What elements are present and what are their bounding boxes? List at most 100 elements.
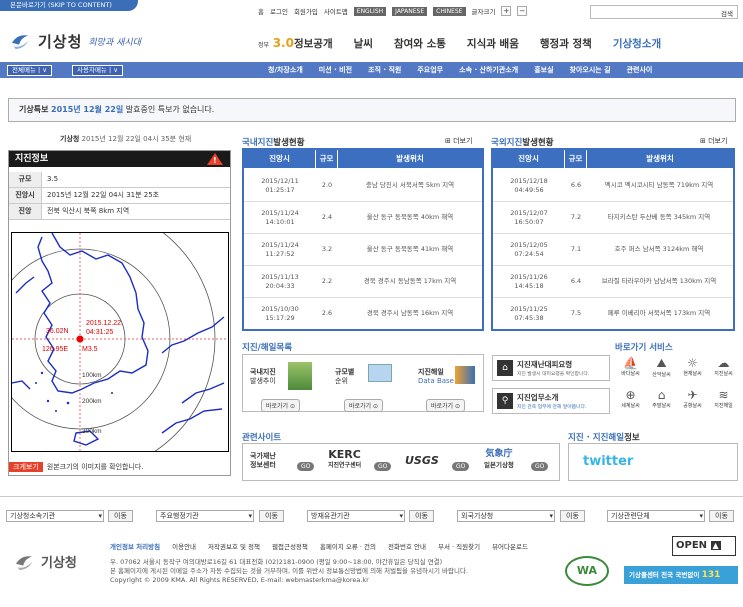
phone-link[interactable]: 전화번호 안내 <box>388 541 426 551</box>
col-mag: 규모 <box>565 150 587 168</box>
go-select-button[interactable]: 이동 <box>108 510 133 522</box>
nav-participation[interactable]: 참여와 소통 <box>394 36 446 51</box>
lang-chinese-button[interactable]: CHINESE <box>433 6 466 16</box>
twitter-logo: twitter <box>583 454 634 469</box>
skip-to-content-link[interactable]: 본문바로가기 (SKIP TO CONTENT) <box>0 0 138 11</box>
table-row[interactable]: 2015/12/18 04:49:56 6.6 멕시코 멕시코시티 남동쪽 719km… <box>493 170 733 202</box>
subnav-item[interactable]: 홍보실 <box>534 62 553 78</box>
airport-weather-link[interactable]: ✈ 공항날씨 <box>677 388 708 420</box>
nav-policy[interactable]: 행정과 정책 <box>540 36 592 51</box>
tsunami-db-item[interactable]: 지진해일 Data Base <box>418 368 454 386</box>
subnav-item[interactable]: 관련사이 <box>627 62 653 78</box>
go-button[interactable]: GO <box>374 461 392 471</box>
nav-about[interactable]: 기상청소개 <box>613 36 661 51</box>
table-row[interactable]: 2015/10/30 15:17:29 2.6 경북 경주시 남동쪽 16km 지역 <box>244 298 482 329</box>
admin-agency-select[interactable]: 주요행정기관 ▾ <box>156 510 254 522</box>
go-select-button[interactable]: 이동 <box>560 510 585 522</box>
jma-link[interactable]: 気象庁 일본기상청 <box>484 449 514 471</box>
col-loc: 발생위치 <box>338 150 482 168</box>
weather-org-select[interactable]: 기상관련단체 ▾ <box>607 510 705 522</box>
go-button[interactable]: 바로가기 ⊙ <box>344 399 384 412</box>
usgs-link[interactable]: USGS <box>405 454 439 467</box>
tsunami-link[interactable]: ≋ 지진해일 <box>708 388 739 420</box>
signup-link[interactable]: 회원가입 <box>294 6 318 16</box>
privacy-link[interactable]: 개인정보 처리방침 <box>110 541 160 551</box>
kma-logo[interactable]: 기상청 희망과 새시대 <box>10 30 141 52</box>
table-row[interactable]: 2015/12/05 07:24:54 7.1 호주 퍼스 남서쪽 3124km 해역 <box>493 234 733 266</box>
font-decrease-button[interactable]: − <box>517 6 528 16</box>
font-increase-button[interactable]: + <box>501 6 512 16</box>
enlarge-map-button[interactable]: 크게보기 <box>9 462 43 472</box>
map-ring-100: 100km <box>82 372 102 379</box>
go-button[interactable]: GO <box>452 461 470 471</box>
subnav-item[interactable]: 찾아오시는 길 <box>570 62 611 78</box>
mountain-weather-link[interactable]: ⛰ 산악날씨 <box>646 356 677 388</box>
staff-search-link[interactable]: 부서 · 직원찾기 <box>438 541 480 551</box>
web-accessibility-badge: WA <box>565 556 609 586</box>
rank-monitor-icon <box>368 364 392 382</box>
go-select-button[interactable]: 이동 <box>709 510 734 522</box>
utility-nav: 홈 로그인 회원가입 사이트맵 ENGLISH JAPANESE CHINESE… <box>258 5 528 17</box>
accessibility-link[interactable]: 웹접근성정책 <box>272 541 308 551</box>
subnav-item[interactable]: 조직 · 직원 <box>368 62 401 78</box>
footer-logo: 기상청 <box>14 552 77 571</box>
table-row[interactable]: 2015/11/25 07:45:38 7.5 페루 이베리아 서북서쪽 173km … <box>493 298 733 329</box>
notice-date: 2015년 12월 22일 <box>51 105 124 114</box>
foreign-eq-table: 진앙시 규모 발생위치 2015/12/18 04:49:56 6.6 멕시코 멕시코… <box>491 148 735 331</box>
domestic-more-link[interactable]: ⊞ 더보기 <box>445 136 472 146</box>
col-mag: 규모 <box>316 150 338 168</box>
subnav-item[interactable]: 주요업무 <box>417 62 443 78</box>
go-select-button[interactable]: 이동 <box>259 510 284 522</box>
go-button[interactable]: 바로가기 ⊙ <box>261 399 301 412</box>
table-row[interactable]: 2015/12/07 16:50:07 7.2 타지키스탄 두샨베 동쪽 345km … <box>493 202 733 234</box>
sitemap-link[interactable]: 사이트맵 <box>324 6 348 16</box>
call-center-banner[interactable]: 기상콜센터 전국 국번없이 131 <box>624 566 738 584</box>
all-menu-button[interactable]: 전체메뉴 | ∨ <box>7 65 53 76</box>
kerc-link[interactable]: KERC 지진연구센터 <box>328 449 361 471</box>
go-button[interactable]: 바로가기 ⊙ <box>426 399 466 412</box>
disaster-agency-select[interactable]: 방재유관기관 ▾ <box>307 510 405 522</box>
gov3-open-link[interactable]: 정부 3.0정보공개 <box>258 36 333 51</box>
table-row[interactable]: 2015/11/26 14:45:18 6.4 브라질 타라우아카 남남서쪽 130k… <box>493 266 733 298</box>
disaster-center-link[interactable]: 국가재난 정보센터 <box>250 452 276 470</box>
stat-trend-item[interactable]: 국내지진 발생추이 <box>250 368 276 386</box>
table-row[interactable]: 2015/11/13 20:04:33 2.2 경북 경주시 동남동쪽 17km 지역 <box>244 266 482 298</box>
epicenter-map[interactable]: 2015.12.22. 04:31:25 36.02N 126.95E M3.5… <box>0 203 229 475</box>
home-link[interactable]: 홈 <box>258 6 264 16</box>
subnav-item[interactable]: 미션 · 비전 <box>319 62 352 78</box>
nav-weather[interactable]: 날씨 <box>354 36 373 51</box>
error-report-link[interactable]: 홈페이지 오류 · 건의 <box>320 541 376 551</box>
lang-english-button[interactable]: ENGLISH <box>353 6 387 16</box>
magnitude-rank-item[interactable]: 규모별 순위 <box>335 368 354 386</box>
user-menu-button[interactable]: 사용자메뉴 | ∨ <box>72 65 123 76</box>
guide-link[interactable]: 이용안내 <box>172 541 196 551</box>
current-weather-link[interactable]: ☼ 현재날씨 <box>677 356 708 388</box>
go-button[interactable]: GO <box>531 461 549 471</box>
subnav-item[interactable]: 청/차장소개 <box>268 62 303 78</box>
table-row[interactable]: 2015/11/24 11:27:52 3.2 울산 동구 동북동쪽 41km 해역 <box>244 234 482 266</box>
subnav-item[interactable]: 소속 · 산하기관소개 <box>459 62 518 78</box>
world-weather-link[interactable]: ⊕ 세계날씨 <box>615 388 646 420</box>
lang-japanese-button[interactable]: JAPANESE <box>392 6 428 16</box>
viewer-download-link[interactable]: 뷰어다운로드 <box>492 541 528 551</box>
search-button[interactable]: 검색 <box>721 8 733 18</box>
table-row[interactable]: 2015/12/11 01:25:17 2.0 충남 당진시 서북서쪽 5km 지역 <box>244 170 482 202</box>
nav-knowledge[interactable]: 지식과 배움 <box>467 36 519 51</box>
eq-weather-link[interactable]: ☁ 지진날씨 <box>708 356 739 388</box>
search-input[interactable]: 검색 <box>590 5 738 19</box>
eq-work-item[interactable]: ⚲ 지진업무소개 지진 관측 업무에 관해 알아봅니다. <box>492 388 610 414</box>
font-size-label: 글자크기 <box>471 8 496 16</box>
login-link[interactable]: 로그인 <box>270 6 288 16</box>
go-select-button[interactable]: 이동 <box>409 510 434 522</box>
twitter-link[interactable]: twitter <box>568 443 738 481</box>
evac-guide-item[interactable]: ⌂ 지진재난대피요령 지진 발생시 대피요령을 확인합니다. <box>492 355 610 381</box>
col-time: 진앙시 <box>244 150 316 168</box>
foreign-weather-select[interactable]: 외국기상청 ▾ <box>457 510 555 522</box>
affiliated-agency-select[interactable]: 기상청소속기관 ▾ <box>6 510 104 522</box>
foreign-more-link[interactable]: ⊞ 더보기 <box>700 136 727 146</box>
go-button[interactable]: GO <box>297 461 315 471</box>
weekend-weather-link[interactable]: ⌂ 주말날씨 <box>646 388 677 420</box>
sea-weather-link[interactable]: ⛵ 바다날씨 <box>615 356 646 388</box>
table-row[interactable]: 2015/11/24 14:10:01 2.4 울산 동구 동북동쪽 40km 해역 <box>244 202 482 234</box>
copyright-link[interactable]: 저작권보호 및 정책 <box>208 541 260 551</box>
